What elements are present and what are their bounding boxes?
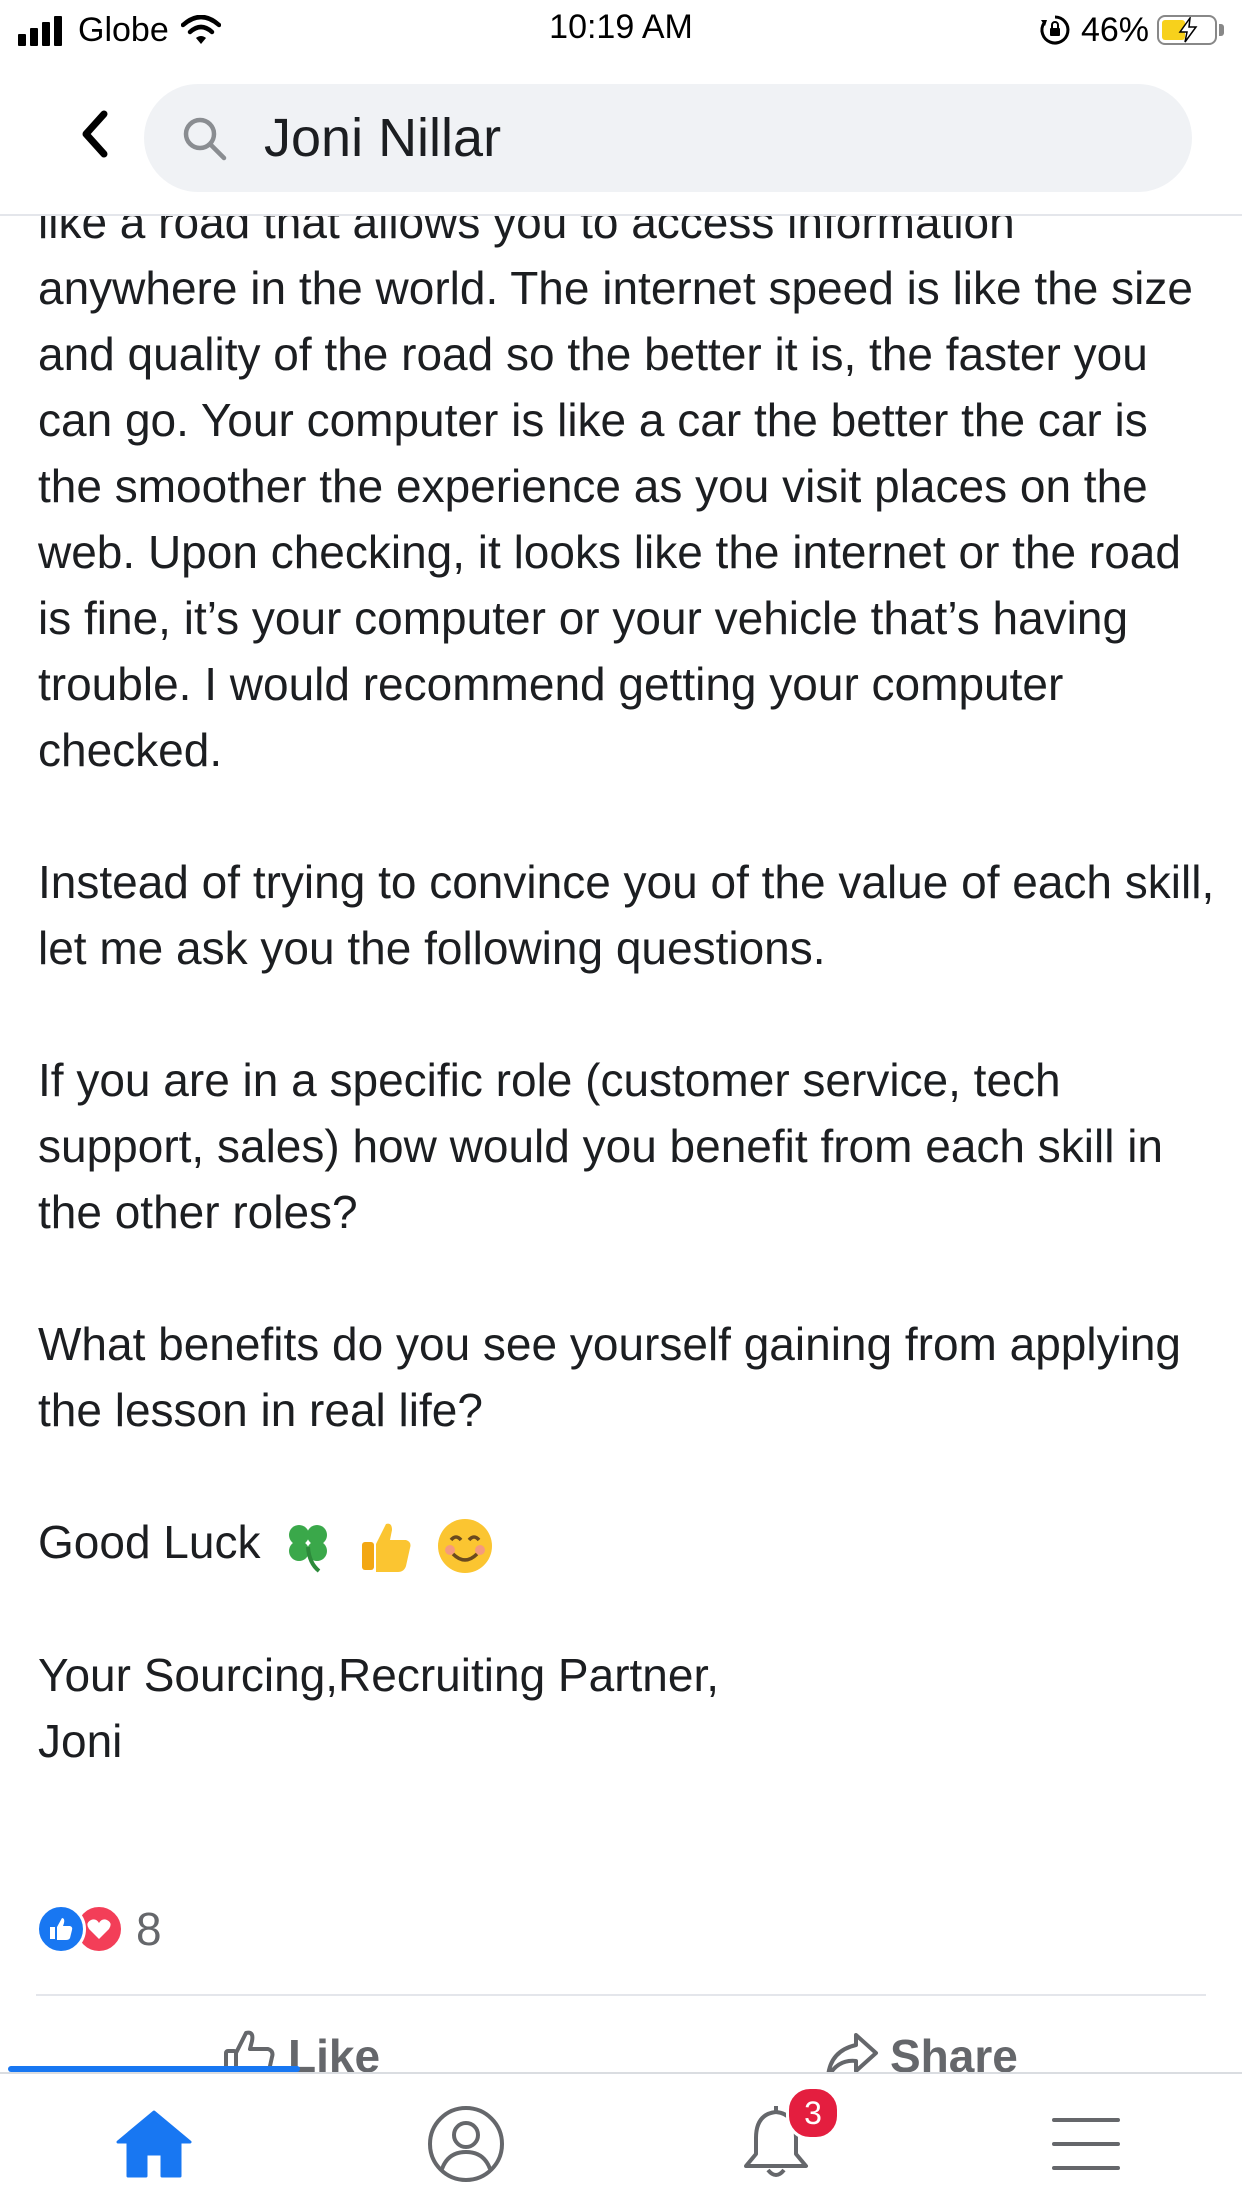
tab-notifications[interactable]: 3 (726, 2086, 840, 2194)
share-arrow-icon (826, 2033, 878, 2076)
post-body: like a road that allows you to access in… (38, 216, 1218, 1840)
signature: Your Sourcing,Recruiting Partner, Joni (38, 1642, 1218, 1774)
smiling-face-emoji (437, 1518, 492, 1573)
tab-home[interactable] (104, 2094, 204, 2194)
post-paragraph: What benefits do you see yourself gainin… (38, 1318, 1181, 1436)
home-icon (116, 2110, 192, 2178)
battery-charging-icon (1157, 15, 1217, 45)
good-luck-text: Good Luck (38, 1516, 261, 1568)
post-paragraph: like a road that allows you to access in… (38, 216, 1193, 776)
divider (36, 1994, 1206, 1996)
share-button-label: Share (890, 2030, 1018, 2076)
battery-percent: 46% (1080, 10, 1149, 49)
good-luck-line: Good Luck (38, 1509, 1218, 1576)
charging-bolt-icon (1178, 17, 1198, 43)
back-button[interactable] (64, 104, 124, 164)
post-paragraph: Instead of trying to convince you of the… (38, 856, 1215, 974)
reactions-summary[interactable]: 8 (36, 1901, 162, 1957)
thumbs-up-emoji (362, 1523, 411, 1572)
battery-tip (1219, 24, 1224, 36)
menu-icon (1052, 2118, 1120, 2170)
orientation-lock-icon (1040, 15, 1070, 45)
share-button[interactable]: Share (824, 2016, 1018, 2076)
profile-icon (428, 2106, 504, 2182)
post-paragraph: If you are in a specific role (customer … (38, 1054, 1164, 1238)
four-leaf-clover-emoji (289, 1524, 328, 1573)
chevron-left-icon (82, 110, 108, 158)
search-input[interactable]: Joni Nillar (144, 84, 1192, 192)
search-header: Joni Nillar (0, 60, 1242, 216)
bottom-tab-bar: 3 (0, 2066, 1242, 2208)
active-tab-indicator (8, 2066, 300, 2072)
search-query-text: Joni Nillar (264, 108, 502, 168)
reaction-count: 8 (136, 1903, 162, 1955)
signature-line-2: Joni (38, 1714, 123, 1767)
tab-menu[interactable] (1036, 2094, 1136, 2194)
like-reaction-icon (36, 1904, 86, 1954)
post-content: like a road that allows you to access in… (0, 216, 1242, 2076)
tab-profile[interactable] (416, 2094, 516, 2194)
status-bar: Globe 10:19 AM 46% (0, 0, 1242, 60)
search-icon (183, 117, 227, 161)
status-right: 46% (1039, 8, 1224, 52)
signature-line-1: Your Sourcing,Recruiting Partner, (38, 1648, 720, 1701)
like-button-label: Like (288, 2030, 381, 2076)
notifications-badge: 3 (786, 2086, 840, 2140)
